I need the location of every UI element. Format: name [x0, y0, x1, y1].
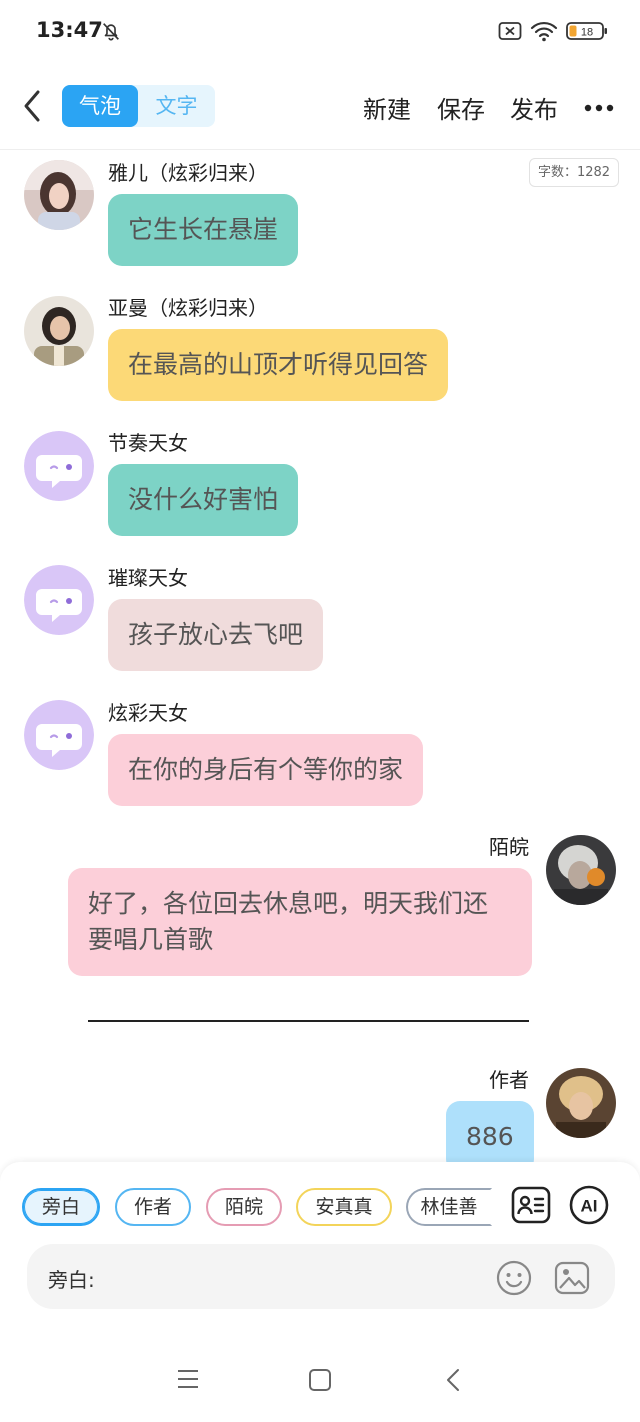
avatar[interactable] — [546, 835, 616, 905]
no-sim-icon — [498, 22, 522, 40]
word-count-badge: 字数：1282 — [529, 158, 619, 187]
new-button[interactable]: 新建 — [363, 90, 411, 125]
bubble-chat-icon — [24, 431, 94, 501]
role-chip-anzhenzhen[interactable]: 安真真 — [296, 1188, 392, 1226]
ai-icon[interactable]: AI — [568, 1184, 610, 1226]
bubble-chat-icon — [24, 700, 94, 770]
save-button[interactable]: 保存 — [437, 90, 485, 125]
status-time: 13:47 — [36, 18, 103, 42]
message-bubble[interactable]: 好了，各位回去休息吧，明天我们还要唱几首歌 — [68, 868, 532, 976]
status-bar: 13:47 18 — [0, 0, 640, 62]
message-bubble[interactable]: 它生长在悬崖 — [108, 194, 299, 266]
message-bubble[interactable]: 孩子放心去飞吧 — [108, 599, 324, 671]
sender-name: 节奏天女 — [108, 431, 188, 455]
avatar[interactable] — [24, 431, 94, 501]
mode-bubble-button[interactable]: 气泡 — [62, 85, 138, 127]
sender-name: 作者 — [489, 1068, 529, 1092]
avatar[interactable] — [24, 700, 94, 770]
role-chip-linjiashan[interactable]: 林佳善 — [406, 1188, 492, 1226]
top-toolbar: 气泡 文字 新建 保存 发布 — [0, 62, 640, 150]
home-icon[interactable] — [308, 1368, 332, 1392]
message-bubble[interactable]: 在最高的山顶才听得见回答 — [108, 329, 449, 401]
avatar[interactable] — [24, 296, 94, 366]
wifi-icon — [530, 21, 558, 42]
bell-muted-icon — [103, 23, 119, 41]
message-bubble[interactable]: 没什么好害怕 — [108, 464, 299, 536]
avatar[interactable] — [24, 160, 94, 230]
bubble-chat-icon — [24, 565, 94, 635]
input-panel: 旁白 作者 陌皖 安真真 林佳善 AI 旁白: — [0, 1162, 640, 1338]
system-navigation-bar — [0, 1338, 640, 1422]
sender-name: 炫彩天女 — [108, 701, 188, 725]
battery-level: 18 — [581, 27, 593, 39]
image-icon[interactable] — [553, 1259, 591, 1297]
message-bubble[interactable]: 在你的身后有个等你的家 — [108, 734, 424, 806]
role-chip-mowan[interactable]: 陌皖 — [206, 1188, 282, 1226]
emoji-icon[interactable] — [495, 1259, 533, 1297]
menu-icon[interactable] — [176, 1368, 200, 1390]
mode-text-button[interactable]: 文字 — [138, 85, 215, 127]
input-role-label: 旁白: — [48, 1268, 95, 1292]
more-icon[interactable] — [584, 104, 614, 112]
mode-toggle: 气泡 文字 — [62, 85, 215, 127]
role-card-icon[interactable] — [510, 1184, 552, 1226]
role-chip-narrator[interactable]: 旁白 — [22, 1188, 100, 1226]
sender-name: 璀璨天女 — [108, 566, 188, 590]
message-input[interactable]: 旁白: — [27, 1244, 615, 1309]
sender-name: 陌皖 — [489, 835, 529, 859]
avatar[interactable] — [24, 565, 94, 635]
sender-name: 亚曼（炫彩归来） — [108, 296, 268, 320]
publish-button[interactable]: 发布 — [510, 90, 558, 125]
role-chip-author[interactable]: 作者 — [115, 1188, 191, 1226]
sender-name: 雅儿（炫彩归来） — [108, 161, 268, 185]
battery-icon: 18 — [566, 22, 607, 40]
avatar[interactable] — [546, 1068, 616, 1138]
back-arrow-icon[interactable] — [18, 86, 48, 126]
nav-back-icon[interactable] — [444, 1367, 462, 1393]
section-divider — [88, 1020, 529, 1022]
svg-text:AI: AI — [581, 1197, 598, 1216]
app-screen: 13:47 18 气泡 文字 新建 保存 发布 字数：1282 雅儿（炫彩归来）… — [0, 0, 640, 1422]
